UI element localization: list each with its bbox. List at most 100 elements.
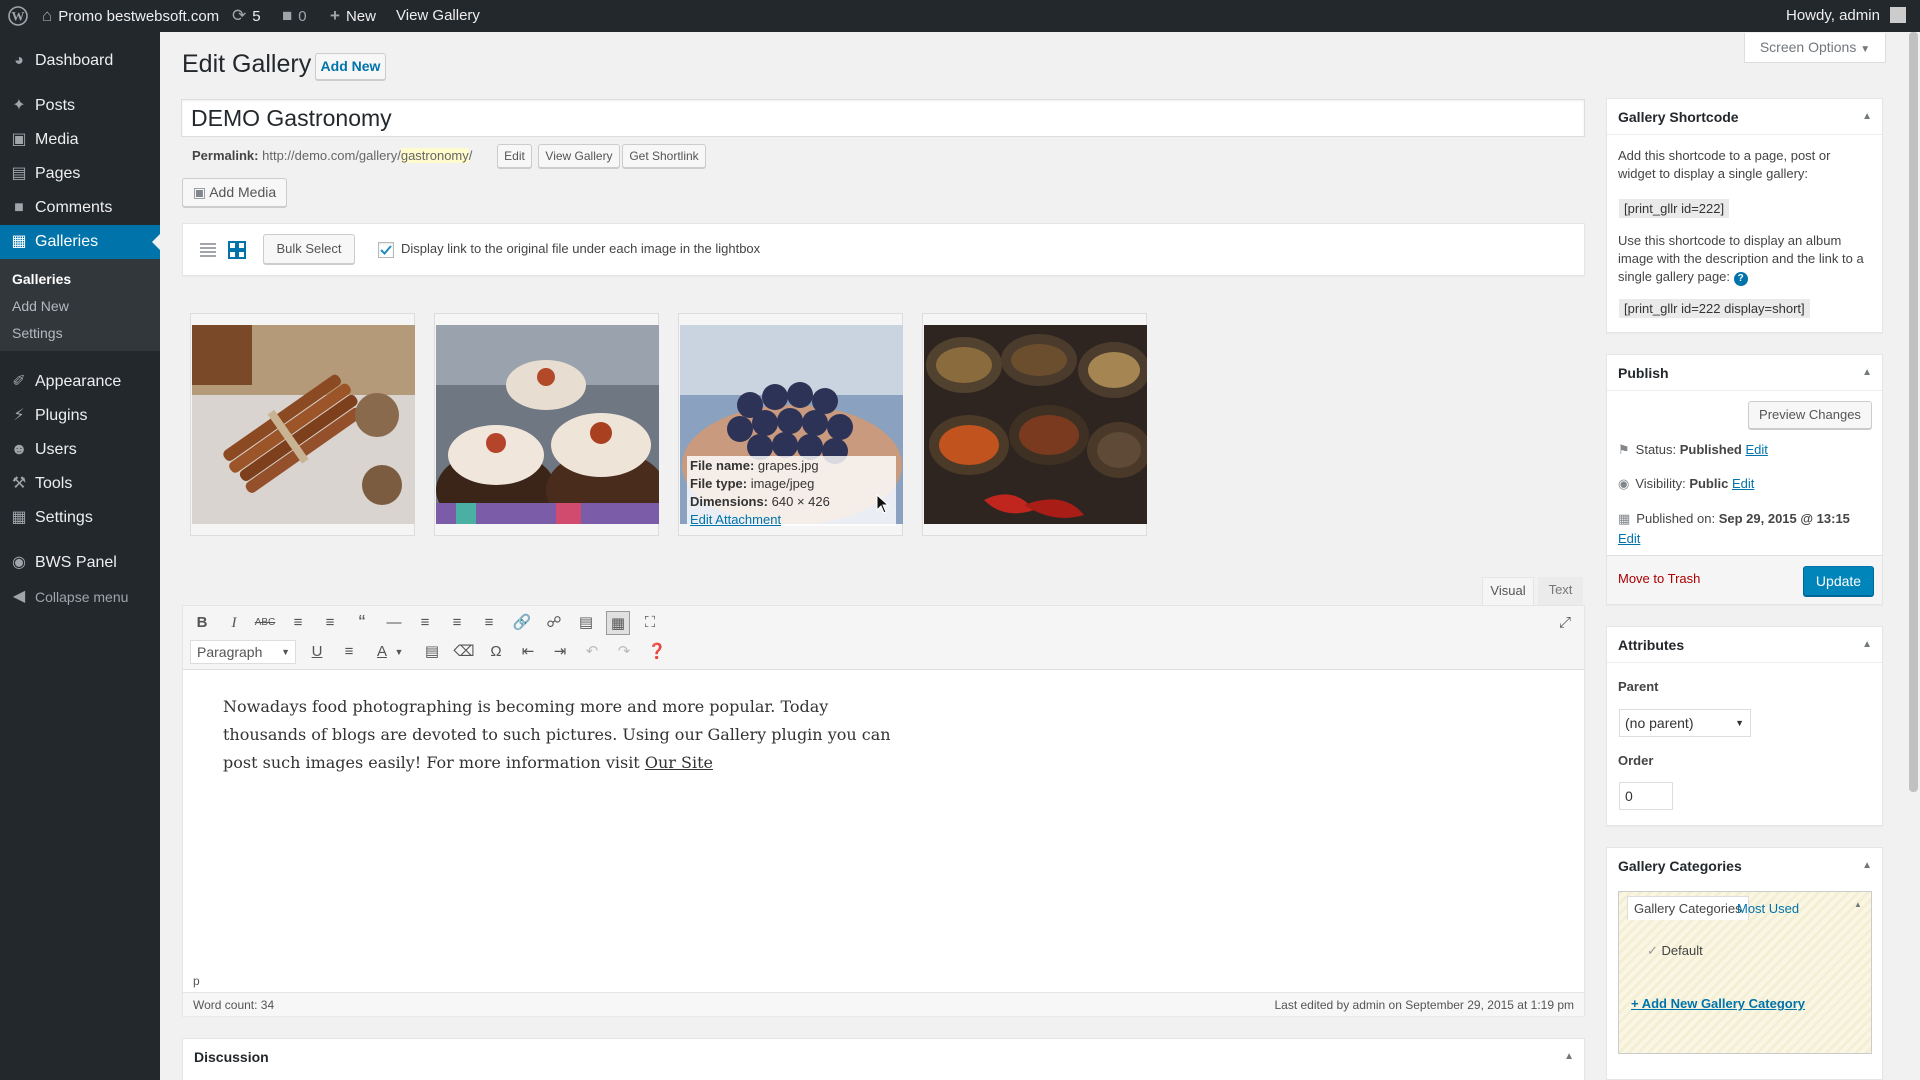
gallery-thumbnail[interactable] <box>922 313 1147 536</box>
tab-text[interactable]: Text <box>1538 577 1583 605</box>
order-input[interactable]: 0 <box>1619 782 1673 810</box>
distraction-free-icon[interactable]: ⛶ <box>638 611 662 635</box>
sidebar-item-tools[interactable]: ⚒ Tools <box>0 467 160 501</box>
new-content-link[interactable]: + New <box>330 0 376 32</box>
clear-formatting-icon[interactable]: ⌫ <box>452 640 476 664</box>
blockquote-icon[interactable]: “ <box>350 611 374 635</box>
scrollbar-thumb[interactable] <box>1909 32 1918 792</box>
wordpress-logo-icon[interactable]: W <box>8 0 28 32</box>
collapse-arrow-icon[interactable]: ▲ <box>1862 99 1872 135</box>
strikethrough-icon[interactable]: ABC <box>253 611 277 635</box>
preview-changes-button[interactable]: Preview Changes <box>1748 401 1872 429</box>
updates-link[interactable]: ⟳ 5 <box>232 0 261 32</box>
parent-select[interactable]: (no parent) ▼ <box>1619 709 1751 737</box>
add-media-button[interactable]: ▣ Add Media <box>182 178 287 207</box>
get-shortlink-button[interactable]: Get Shortlink <box>622 144 706 168</box>
our-site-link[interactable]: Our Site <box>645 753 713 772</box>
italic-icon[interactable]: I <box>222 611 246 635</box>
edit-attachment-link[interactable]: Edit Attachment <box>690 512 781 527</box>
sidebar-item-appearance[interactable]: ✐ Appearance <box>0 365 160 399</box>
tab-most-used[interactable]: Most Used <box>1737 901 1799 916</box>
text-color-icon[interactable]: A <box>370 640 394 664</box>
categories-box-title[interactable]: Gallery Categories ▲ <box>1607 848 1882 884</box>
outdent-icon[interactable]: ⇤ <box>516 640 540 664</box>
status-edit-link[interactable]: Edit <box>1746 442 1768 457</box>
submenu-settings[interactable]: Settings <box>12 325 63 341</box>
sidebar-item-settings[interactable]: ▦ Settings <box>0 501 160 535</box>
update-button[interactable]: Update <box>1803 566 1874 596</box>
move-to-trash-link[interactable]: Move to Trash <box>1618 571 1700 586</box>
view-gallery-link[interactable]: View Gallery <box>396 0 480 32</box>
visibility-edit-link[interactable]: Edit <box>1732 476 1754 491</box>
add-new-button[interactable]: Add New <box>315 53 386 80</box>
special-character-icon[interactable]: Ω <box>484 640 508 664</box>
collapse-arrow-icon[interactable]: ▲ <box>1862 627 1872 663</box>
submenu-add-new[interactable]: Add New <box>12 298 69 314</box>
shortcode-code-2[interactable]: [print_gllr id=222 display=short] <box>1619 299 1810 318</box>
align-right-icon[interactable]: ≡ <box>477 611 501 635</box>
scroll-up-icon[interactable]: ▲ <box>1854 900 1862 909</box>
paste-text-icon[interactable]: ▤ <box>420 640 444 664</box>
horizontal-line-icon[interactable]: — <box>382 611 406 635</box>
text-color-dropdown-icon[interactable]: ▼ <box>392 640 406 664</box>
sidebar-item-bws-panel[interactable]: ◉ BWS Panel <box>0 546 160 580</box>
redo-icon[interactable]: ↷ <box>612 640 636 664</box>
tab-visual[interactable]: Visual <box>1482 577 1534 605</box>
collapse-menu-button[interactable]: ◀ Collapse menu <box>0 580 160 614</box>
bold-icon[interactable]: B <box>190 611 214 635</box>
permalink-edit-button[interactable]: Edit <box>497 144 532 168</box>
format-select[interactable]: Paragraph ▼ <box>190 640 296 664</box>
sidebar-item-users[interactable]: ☻ Users <box>0 433 160 467</box>
underline-icon[interactable]: U <box>305 640 329 664</box>
lightbox-checkbox[interactable] <box>378 242 394 258</box>
gallery-thumbnail[interactable] <box>434 313 659 536</box>
gallery-thumbnail[interactable] <box>190 313 415 536</box>
permalink-slug[interactable]: gastronomy <box>400 148 469 163</box>
attributes-box-title[interactable]: Attributes ▲ <box>1607 627 1882 663</box>
post-title-input[interactable]: DEMO Gastronomy <box>181 99 1585 137</box>
align-center-icon[interactable]: ≡ <box>445 611 469 635</box>
sidebar-item-galleries[interactable]: ▦ Galleries <box>0 225 160 259</box>
indent-icon[interactable]: ⇥ <box>548 640 572 664</box>
link-icon[interactable]: 🔗 <box>510 611 534 635</box>
collapse-arrow-icon[interactable]: ▲ <box>1564 1039 1574 1075</box>
sidebar-item-posts[interactable]: ✦ Posts <box>0 89 160 123</box>
numbered-list-icon[interactable]: ≡ <box>318 611 342 635</box>
grid-view-icon[interactable] <box>227 240 247 260</box>
default-category-item[interactable]: ✓ Default <box>1647 943 1703 959</box>
submenu-galleries[interactable]: Galleries <box>12 271 71 287</box>
add-new-category-link[interactable]: + Add New Gallery Category <box>1631 996 1805 1011</box>
sidebar-item-media[interactable]: ▣ Media <box>0 123 160 157</box>
page-scrollbar[interactable] <box>1907 32 1920 1080</box>
bullet-list-icon[interactable]: ≡ <box>286 611 310 635</box>
tab-all-categories[interactable]: Gallery Categories <box>1627 896 1749 920</box>
comments-link[interactable]: ■ 0 <box>282 0 307 32</box>
help-circle-icon[interactable]: ? <box>1733 272 1748 286</box>
justify-icon[interactable]: ≡ <box>337 640 361 664</box>
discussion-title[interactable]: Discussion ▲ <box>183 1039 1584 1075</box>
published-edit-link[interactable]: Edit <box>1618 531 1640 546</box>
align-left-icon[interactable]: ≡ <box>413 611 437 635</box>
gallery-thumbnail[interactable]: File name: grapes.jpg File type: image/j… <box>678 313 903 536</box>
collapse-arrow-icon[interactable]: ▲ <box>1862 355 1872 391</box>
read-more-icon[interactable]: ▤ <box>574 611 598 635</box>
sidebar-item-pages[interactable]: ▤ Pages <box>0 157 160 191</box>
howdy-account-link[interactable]: Howdy, admin <box>1786 0 1907 32</box>
shortcode-box-title[interactable]: Gallery Shortcode ▲ <box>1607 99 1882 135</box>
shortcode-code-1[interactable]: [print_gllr id=222] <box>1619 199 1730 218</box>
sidebar-item-plugins[interactable]: ⚡ Plugins <box>0 399 160 433</box>
sidebar-item-dashboard[interactable]: ◕ Dashboard <box>0 44 160 78</box>
editor-content[interactable]: Nowadays food photographing is becoming … <box>223 693 903 777</box>
bulk-select-button[interactable]: Bulk Select <box>263 234 355 264</box>
fullscreen-icon[interactable]: ⤢ <box>1553 611 1577 635</box>
collapse-arrow-icon[interactable]: ▲ <box>1862 848 1872 884</box>
sidebar-item-comments[interactable]: ■ Comments <box>0 191 160 225</box>
permalink-base[interactable]: http://demo.com/gallery/ <box>262 148 401 163</box>
unlink-icon[interactable]: ☍ <box>542 611 566 635</box>
view-gallery-button[interactable]: View Gallery <box>538 144 620 168</box>
toolbar-toggle-icon[interactable]: ▦ <box>606 611 630 635</box>
undo-icon[interactable]: ↶ <box>580 640 604 664</box>
help-icon[interactable]: ❓ <box>645 640 669 664</box>
site-name-link[interactable]: ⌂ Promo bestwebsoft.com <box>42 0 219 32</box>
publish-box-title[interactable]: Publish ▲ <box>1607 355 1882 391</box>
